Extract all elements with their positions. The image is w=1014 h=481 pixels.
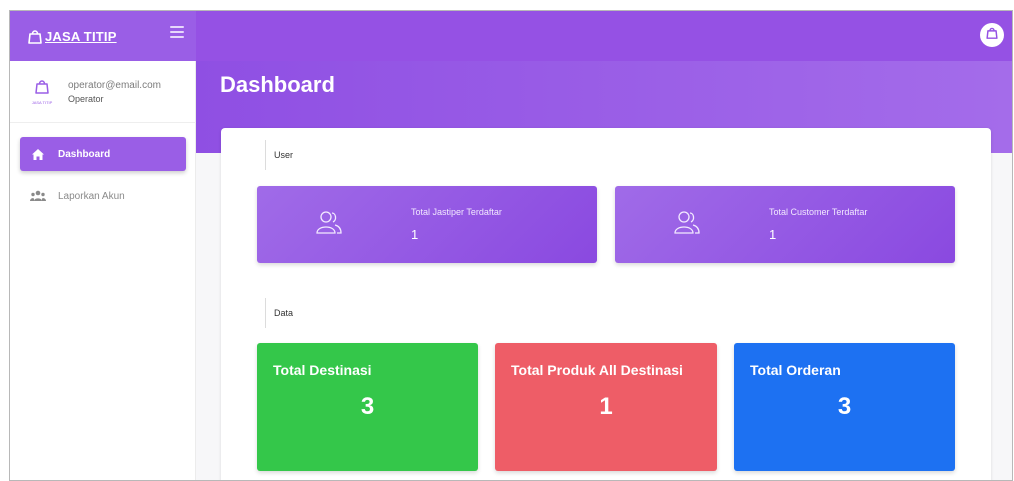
menu-toggle-icon[interactable] xyxy=(170,26,184,38)
stat-value: 3 xyxy=(360,393,375,420)
stat-card-total-orderan[interactable]: Total Orderan 3 xyxy=(734,343,955,471)
page-title: Dashboard xyxy=(220,72,335,97)
users-icon xyxy=(30,189,46,203)
stat-title: Total Destinasi xyxy=(273,362,372,378)
user-avatar: JASA TITIP xyxy=(30,78,54,106)
user-role: Operator xyxy=(68,93,104,104)
stat-card-jastiper[interactable]: Total Jastiper Terdaftar 1 xyxy=(257,186,597,263)
stat-title: Total Produk All Destinasi xyxy=(511,362,683,378)
user-info: operator@email.com Operator xyxy=(68,80,161,104)
stat-title: Total Customer Terdaftar xyxy=(769,207,868,217)
sidebar-item-dashboard[interactable]: Dashboard xyxy=(20,137,186,171)
stat-title: Total Jastiper Terdaftar xyxy=(411,207,502,217)
stat-value: 3 xyxy=(837,393,852,420)
stat-value: 1 xyxy=(769,227,777,242)
section-label-user: User xyxy=(265,140,293,170)
shopping-bag-icon xyxy=(35,78,49,99)
brand-bar: JASA TITIP xyxy=(10,11,196,61)
brand-logo[interactable]: JASA TITIP xyxy=(28,28,117,44)
sidebar-item-laporkan-akun[interactable]: Laporkan Akun xyxy=(20,179,186,213)
home-icon xyxy=(30,147,46,161)
stat-value: 1 xyxy=(411,227,419,242)
stat-value: 1 xyxy=(599,393,613,420)
stat-card-customer[interactable]: Total Customer Terdaftar 1 xyxy=(615,186,955,263)
stat-card-total-destinasi[interactable]: Total Destinasi 3 xyxy=(257,343,478,471)
profile-avatar-button[interactable] xyxy=(980,23,1004,47)
user-panel: JASA TITIP operator@email.com Operator xyxy=(10,61,196,123)
sidebar-item-label: Dashboard xyxy=(58,148,111,160)
brand-name: JASA TITIP xyxy=(45,28,117,44)
users-icon xyxy=(671,208,701,238)
app-window: JASA TITIP JASA TITIP operator@email.com… xyxy=(9,10,1013,481)
sidebar: JASA TITIP JASA TITIP operator@email.com… xyxy=(10,11,196,480)
user-email: operator@email.com xyxy=(68,79,161,91)
shopping-bag-icon xyxy=(986,26,998,44)
stat-card-total-produk[interactable]: Total Produk All Destinasi 1 xyxy=(495,343,717,471)
section-label-data: Data xyxy=(265,298,293,328)
top-navbar xyxy=(196,11,1012,61)
shopping-bag-icon xyxy=(28,28,42,44)
sidebar-nav: Dashboard Laporkan Akun xyxy=(10,137,196,221)
sidebar-item-label: Laporkan Akun xyxy=(58,190,125,202)
avatar-caption: JASA TITIP xyxy=(31,99,53,105)
users-icon xyxy=(313,208,343,238)
stat-title: Total Orderan xyxy=(750,362,841,378)
